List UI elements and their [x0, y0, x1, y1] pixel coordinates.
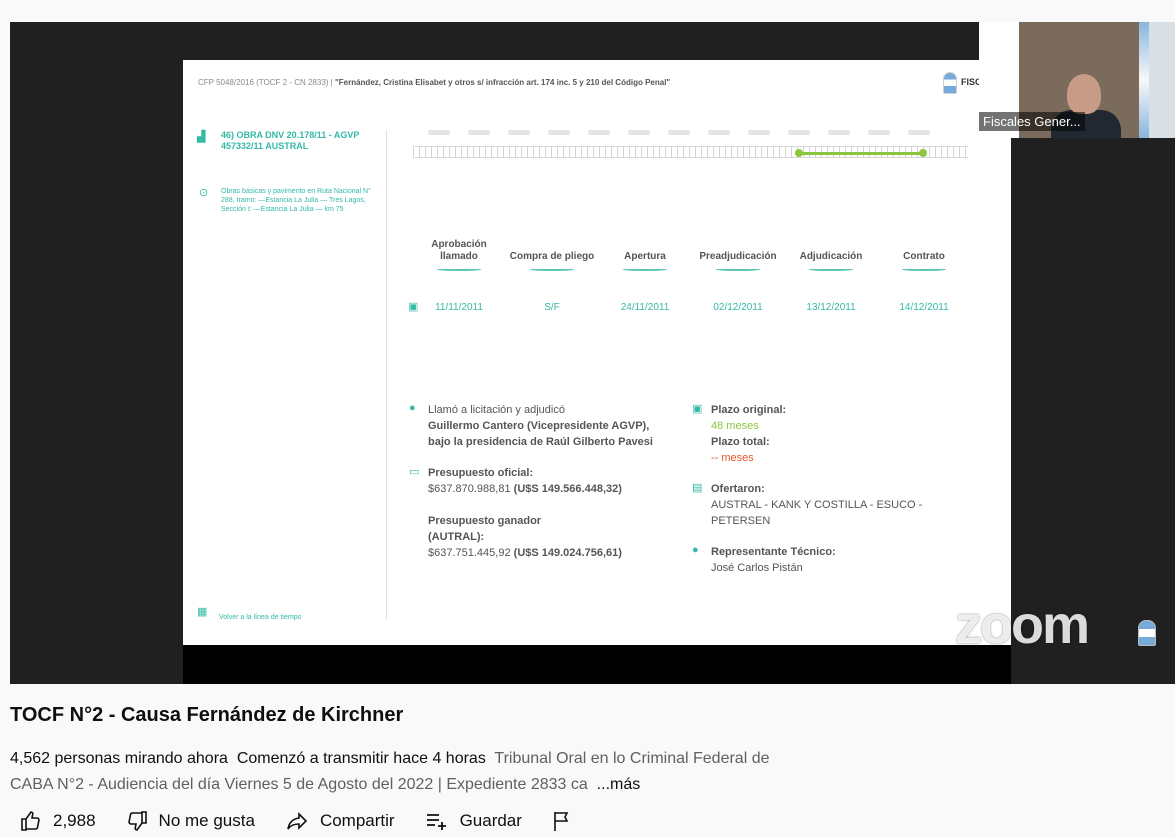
stage-preadjudicacion: Preadjudicación: [693, 237, 783, 271]
share-label: Compartir: [319, 811, 395, 830]
report-button[interactable]: [550, 809, 583, 833]
ofertaron-block: Ofertaron: AUSTRAL - KANK Y COSTILLA - E…: [711, 483, 923, 527]
zoom-watermark: zoom: [955, 595, 1090, 655]
stage-apertura: Apertura: [600, 237, 690, 271]
save-button[interactable]: Guardar: [423, 809, 522, 833]
timeline-year: [588, 130, 610, 135]
save-playlist-icon: [426, 814, 446, 830]
stage-date: 14/12/2011: [899, 302, 949, 313]
stage-contrato: Contrato: [879, 237, 969, 271]
calendar-icon: ▦: [197, 606, 208, 618]
document-icon: ▤: [692, 482, 703, 494]
video-title: TOCF N°2 - Causa Fernández de Kirchner: [10, 704, 404, 726]
participant-name: Fiscales Gener...: [979, 112, 1085, 131]
back-to-timeline-link: Volver a la línea de tiempo: [219, 614, 302, 621]
presupuesto-oficial-block: Presupuesto oficial: $637.870.988,81 (U$…: [428, 467, 622, 495]
page: CFP 5048/2016 (TOCF 2 - CN 2833) | "Fern…: [0, 0, 1175, 837]
timeline-axis: [413, 157, 968, 158]
timeline: [413, 130, 968, 190]
stage-date: 11/11/2011: [435, 302, 483, 313]
obra-title: 46) OBRA DNV 20.178/11 - AGVP 457332/11 …: [221, 130, 360, 151]
timeline-end-dot: [919, 149, 927, 157]
timeline-year: [428, 130, 450, 135]
timeline-year: [828, 130, 850, 135]
video-player[interactable]: CFP 5048/2016 (TOCF 2 - CN 2833) | "Fern…: [10, 22, 1175, 684]
timeline-highlight: [798, 152, 923, 155]
person-icon: ●: [409, 402, 416, 414]
divider: [386, 130, 387, 620]
obra-description: Obras básicas y pavimento en Ruta Nacion…: [221, 188, 371, 213]
person-icon: ●: [692, 544, 699, 556]
flag-image: [1139, 22, 1149, 138]
timeline-year: [868, 130, 890, 135]
argentina-seal-icon: [943, 72, 957, 94]
timeline-year: [628, 130, 650, 135]
licitacion-block: Llamó a licitación y adjudicó Guillermo …: [428, 404, 653, 448]
share-button[interactable]: Compartir: [283, 809, 395, 833]
plazo-block: Plazo original: 48 meses Plazo total: --…: [711, 404, 787, 464]
letterbox: [183, 645, 1011, 684]
presentation-slide: CFP 5048/2016 (TOCF 2 - CN 2833) | "Fern…: [183, 60, 1014, 645]
timeline-year: [708, 130, 730, 135]
dislike-label: No me gusta: [158, 811, 255, 830]
stage-date: 13/12/2011: [806, 302, 856, 313]
calendar-icon: ▣: [692, 403, 703, 415]
timeline-year: [548, 130, 570, 135]
like-button[interactable]: 2,988: [18, 809, 96, 833]
dislike-button[interactable]: No me gusta: [124, 809, 255, 833]
camera-thumbnail: Fiscales Gener...: [979, 22, 1175, 138]
timeline-year: [908, 130, 930, 135]
like-count: 2,988: [53, 811, 96, 830]
stage-date: 24/11/2011: [620, 302, 670, 313]
flag-icon: [554, 812, 569, 831]
presupuesto-ganador-block: Presupuesto ganador (AUTRAL): $637.751.4…: [428, 515, 622, 559]
viewer-count: 4,562 personas mirando ahora: [10, 750, 228, 767]
stage-date: S/F: [544, 302, 560, 313]
stage-compra-pliego: Compra de pliego: [507, 237, 597, 271]
stage-adjudicacion: Adjudicación: [786, 237, 876, 271]
share-icon: [287, 812, 308, 830]
stage-date: 02/12/2011: [713, 302, 763, 313]
dislike-icon: [127, 811, 147, 831]
like-icon: [21, 811, 40, 831]
stream-start: Comenzó a transmitir hace 4 horas: [236, 750, 486, 767]
slide-header: CFP 5048/2016 (TOCF 2 - CN 2833) | "Fern…: [198, 78, 670, 87]
representante-block: Representante Técnico: José Carlos Pistá…: [711, 546, 836, 574]
case-number: CFP 5048/2016 (TOCF 2 - CN 2833) |: [198, 78, 333, 87]
video-description[interactable]: 4,562 personas mirando ahora Comenzó a t…: [10, 746, 780, 798]
speaker-head: [1067, 74, 1101, 114]
timeline-year: [788, 130, 810, 135]
stage-aprobacion: Aprobación llamado: [414, 237, 504, 271]
timeline-start-dot: [795, 149, 803, 157]
timeline-year: [668, 130, 690, 135]
construction-icon: ▟: [197, 131, 206, 143]
channel-watermark-icon: [1138, 620, 1156, 646]
case-title: "Fernández, Cristina Elisabet y otros s/…: [334, 78, 671, 87]
money-icon: ▭: [409, 466, 420, 478]
save-label: Guardar: [459, 811, 522, 830]
timeline-year: [468, 130, 490, 135]
action-bar: 2,988 No me gusta Compartir Guardar: [18, 806, 611, 836]
timeline-year: [748, 130, 770, 135]
location-icon: ⊙: [199, 187, 209, 199]
timeline-year: [508, 130, 530, 135]
show-more-link[interactable]: ...más: [597, 776, 641, 793]
